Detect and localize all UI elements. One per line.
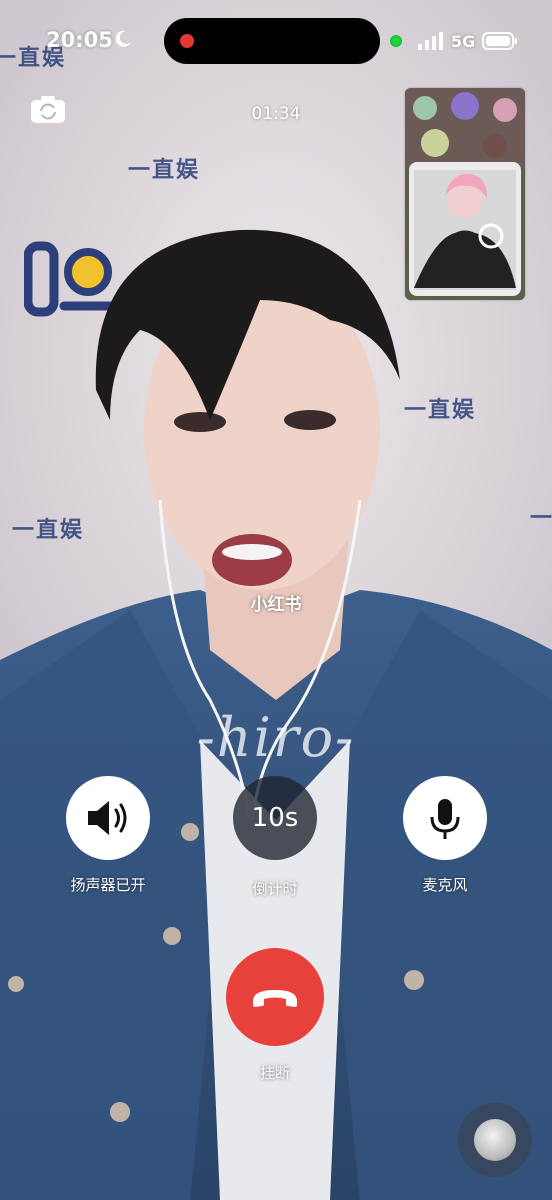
speaker-button[interactable]	[66, 776, 150, 860]
focus-moon-icon	[115, 30, 131, 47]
microphone-label: 麦克风	[422, 876, 468, 894]
countdown-label: 倒计时	[252, 880, 298, 898]
assistive-touch-icon	[474, 1119, 516, 1161]
speaker-label: 扬声器已开	[70, 876, 146, 894]
status-time: 20:05	[46, 28, 113, 52]
camera-in-use-indicator-icon	[390, 35, 402, 47]
countdown-value: 10s	[251, 803, 299, 833]
hangup-label: 挂断	[259, 1064, 290, 1082]
app-watermark: 小红书	[250, 595, 302, 615]
battery-icon	[482, 32, 517, 50]
local-video-frame	[405, 88, 525, 300]
microphone-icon	[430, 799, 460, 839]
recording-indicator-icon	[180, 34, 194, 48]
hangup-button[interactable]	[226, 948, 324, 1046]
network-type: 5G	[451, 32, 476, 51]
speaker-icon	[88, 801, 127, 835]
countdown-timer-button[interactable]: 10s	[233, 776, 317, 860]
name-overlay: -hiro-	[196, 706, 356, 769]
assistive-touch-button[interactable]	[458, 1103, 532, 1177]
dynamic-island	[164, 18, 380, 64]
video-call-screen: 一直娱 一直娱 一直娱 一直娱 一直娱 一直娱	[0, 0, 552, 1200]
microphone-button[interactable]	[403, 776, 487, 860]
phone-hangup-icon	[253, 990, 297, 1007]
signal-bars-icon	[418, 32, 443, 50]
local-video-preview[interactable]	[405, 88, 525, 300]
